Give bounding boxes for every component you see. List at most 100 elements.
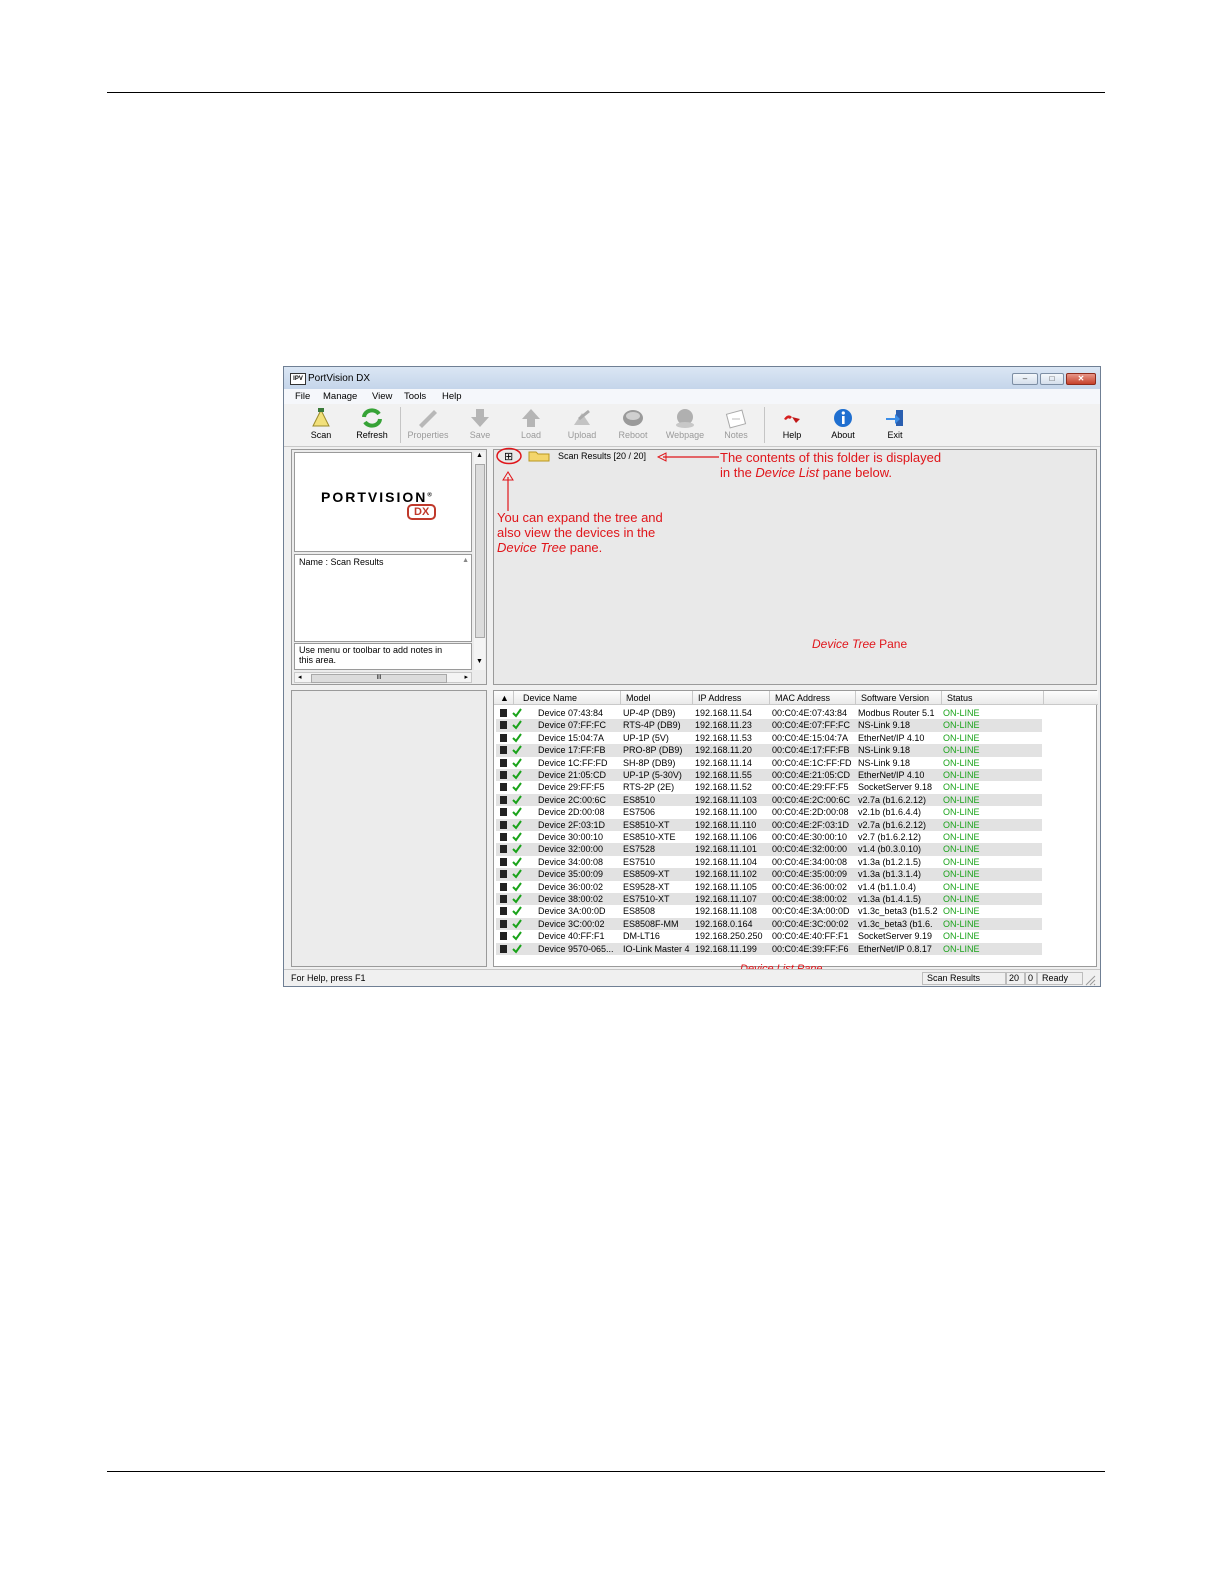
load-icon (522, 409, 540, 427)
cell-device-name: Device 32:00:00 (538, 844, 604, 855)
cell-mac-address: 00:C0:4E:29:FF:F5 (772, 782, 849, 793)
webpage-button[interactable]: Webpage (662, 407, 708, 445)
table-row[interactable]: Device 29:FF:F5 RTS-2P (2E) 192.168.11.52 0… (496, 781, 1042, 793)
close-button[interactable]: ✕ (1066, 373, 1096, 385)
notes-button[interactable]: Notes (713, 407, 759, 445)
minimize-button[interactable]: – (1012, 373, 1038, 385)
cell-ip-address: 192.168.11.53 (695, 732, 752, 743)
online-check-icon (512, 832, 522, 842)
status-help-text: For Help, press F1 (291, 973, 366, 983)
table-row[interactable]: Device 2D:00:08 ES7506 192.168.11.100 00:C0… (496, 806, 1042, 818)
cell-software-version: SocketServer 9.19 (858, 931, 933, 942)
notes-field[interactable]: Use menu or toolbar to add notes in this… (294, 643, 472, 670)
cell-device-name: Device 38:00:02 (538, 894, 604, 904)
cell-model: ES8510-XT (623, 819, 670, 830)
scan-results-folder[interactable]: Scan Results [20 / 20] (558, 451, 646, 461)
vscroll-up-arrow[interactable]: ▲ (476, 452, 483, 459)
table-row[interactable]: Device 2F:03:1D ES8510-XT 192.168.11.110 00… (496, 818, 1042, 831)
online-check-icon (512, 795, 522, 805)
table-row[interactable]: Device 35:00:09 ES8509-XT 192.168.11.102 00… (496, 868, 1042, 881)
scroll-right-arrow[interactable]: ▸ (464, 673, 468, 681)
cell-mac-address: 00:C0:4E:15:04:7A (772, 732, 849, 743)
cell-device-name: Device 3C:00:02 (538, 918, 605, 929)
header-rule (107, 92, 1105, 93)
column-mac-address[interactable]: MAC Address (770, 691, 856, 705)
save-button[interactable]: Save (457, 407, 503, 445)
device-list-pane: ▲ Device Name Model IP Address MAC Addre… (493, 690, 1098, 975)
status-folder: Scan Results (922, 972, 1006, 985)
table-row[interactable]: Device 30:00:10 ES8510-XTE 192.168.11.106 0… (496, 831, 1042, 843)
cell-device-name: Device 34:00:08 (538, 856, 604, 867)
cell-device-name: Device 2F:03:1D (538, 819, 606, 830)
webpage-icon (676, 409, 694, 428)
device-icon (500, 771, 507, 779)
save-icon (471, 409, 489, 427)
status-bar: For Help, press F1 Scan Results 20 0 Rea… (284, 969, 1100, 986)
table-row[interactable]: Device 34:00:08 ES7510 192.168.11.104 00:C0… (496, 856, 1042, 868)
table-row[interactable]: Device 3C:00:02 ES8508F-MM 192.168.0.164 00… (496, 917, 1042, 931)
column-device-name[interactable]: Device Name (514, 691, 621, 705)
table-row[interactable]: Device 3A:00:0D ES8508 192.168.11.108 00:C0… (496, 905, 1042, 917)
cell-device-name: Device 40:FF:F1 (538, 931, 605, 942)
about-button[interactable]: About (820, 407, 866, 445)
vscroll-thumb[interactable] (475, 464, 485, 638)
cell-device-name: Device 15:04:7A (538, 732, 605, 743)
cell-ip-address: 192.168.11.110 (695, 819, 757, 830)
about-label: About (831, 430, 855, 440)
table-row[interactable]: Device 40:FF:F1 DM-LT16 192.168.250.250 00:… (496, 930, 1042, 942)
table-row[interactable]: Device 36:00:02 ES9528-XT 192.168.11.105 00… (496, 881, 1042, 893)
column-status[interactable]: Status (942, 691, 1044, 705)
scroll-left-arrow[interactable]: ◂ (298, 673, 302, 681)
refresh-button[interactable]: Refresh (349, 407, 395, 445)
table-row[interactable]: Device 15:04:7A UP-1P (5V) 192.168.11.53 00… (496, 732, 1042, 744)
maximize-button[interactable]: □ (1040, 373, 1064, 385)
reboot-button[interactable]: Reboot (610, 407, 656, 445)
vertical-scrollbar[interactable]: ▲ ▼ (474, 452, 485, 670)
table-row[interactable]: Device 17:FF:FB PRO-8P (DB9) 192.168.11.20… (496, 744, 1042, 757)
table-row[interactable]: Device 2C:00:6C ES8510 192.168.11.103 00:C0… (496, 793, 1042, 807)
help-button[interactable]: Help (769, 407, 815, 445)
cell-software-version: v1.3c_beta3 (b1.5.2 (858, 906, 938, 917)
cell-device-name: Device 07:43:84 (538, 708, 604, 718)
column-ip-address[interactable]: IP Address (693, 691, 770, 705)
device-tree-pane-label: Device Tree Pane (812, 637, 907, 652)
online-check-icon (512, 906, 522, 916)
cell-device-name: Device 2D:00:08 (538, 807, 605, 818)
table-row[interactable]: Device 07:FF:FC RTS-4P (DB9) 192.168.11.23… (496, 719, 1042, 732)
cell-software-version: EtherNet/IP 4.10 (858, 770, 925, 780)
column-software-version[interactable]: Software Version (856, 691, 942, 705)
scroll-thumb[interactable]: III (311, 674, 447, 683)
save-label: Save (469, 430, 491, 440)
menu-help[interactable]: Help (442, 391, 462, 402)
table-row[interactable]: Device 1C:FF:FD SH-8P (DB9) 192.168.11.14 0… (496, 757, 1042, 769)
scan-button[interactable]: Scan (298, 407, 344, 445)
upload-label: Upload (567, 430, 597, 440)
table-row[interactable]: Device 32:00:00 ES7528 192.168.11.101 00:C0… (496, 843, 1042, 856)
menu-tools[interactable]: Tools (404, 391, 426, 402)
properties-button[interactable]: Properties (405, 407, 451, 445)
menu-file[interactable]: File (295, 391, 310, 402)
red-circle-annotation (496, 447, 522, 465)
menu-view[interactable]: View (372, 391, 392, 402)
table-row[interactable]: Device 38:00:02 ES7510-XT 192.168.11.107 00… (496, 893, 1042, 906)
column-model[interactable]: Model (621, 691, 693, 705)
menu-manage[interactable]: Manage (323, 391, 357, 402)
table-row[interactable]: Device 07:43:84 UP-4P (DB9) 192.168.11.54 0… (496, 707, 1042, 719)
upload-icon (574, 409, 590, 425)
online-check-icon (512, 894, 522, 904)
load-button[interactable]: Load (508, 407, 554, 445)
table-row[interactable]: Device 9570-065... IO-Link Master 4 192.16… (496, 942, 1042, 955)
cell-ip-address: 192.168.11.52 (695, 782, 752, 793)
upload-button[interactable]: Upload (559, 407, 605, 445)
vscroll-down-arrow[interactable]: ▼ (476, 658, 483, 665)
name-scroll-arrow[interactable]: ▲ (462, 557, 469, 564)
cell-mac-address: 00:C0:4E:40:FF:F1 (772, 931, 849, 942)
horizontal-scrollbar[interactable]: ◂ III ▸ (294, 672, 472, 683)
table-row[interactable]: Device 21:05:CD UP-1P (5-30V) 192.168.11.5… (496, 769, 1042, 782)
exit-button[interactable]: Exit (872, 407, 918, 445)
column-sort-indicator[interactable]: ▲ (494, 691, 514, 705)
device-icon (500, 919, 507, 928)
title-bar[interactable]: IPV PortVision DX – □ ✕ (284, 367, 1100, 390)
resize-grip-icon[interactable] (1084, 974, 1096, 986)
webpage-label: Webpage (665, 430, 705, 440)
